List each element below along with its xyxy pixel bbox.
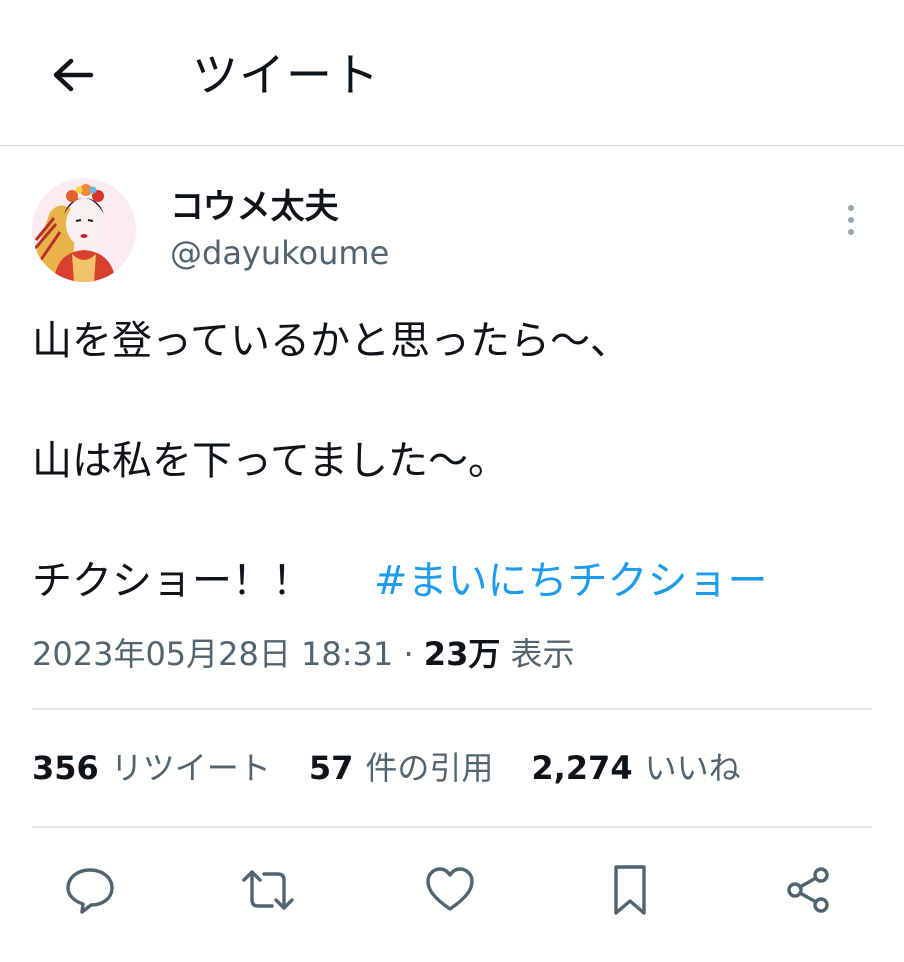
bookmark-button[interactable] — [600, 858, 660, 922]
author-name[interactable]: コウメ太夫 — [170, 186, 339, 228]
reply-icon — [66, 868, 114, 914]
more-options-button[interactable] — [836, 200, 866, 240]
likes-label: いいね — [644, 749, 741, 787]
retweets-label: リツイート — [110, 749, 271, 787]
engagement-stats: 356 リツイート 57 件の引用 2,274 いいね — [32, 746, 779, 790]
reply-button[interactable] — [60, 858, 120, 922]
retweets-stat[interactable]: 356 リツイート — [32, 746, 271, 790]
page-title: ツイート — [192, 48, 380, 102]
retweets-count: 356 — [32, 749, 99, 787]
tweet-meta: 2023年05月28日 18:31 · 23万 表示 — [32, 632, 575, 676]
action-bar — [0, 858, 904, 928]
quotes-count: 57 — [308, 749, 354, 787]
heart-icon — [426, 867, 474, 911]
views-label: 表示 — [510, 635, 575, 673]
author-handle[interactable]: @dayukoume — [170, 232, 389, 274]
back-button[interactable] — [48, 52, 98, 98]
timestamp[interactable]: 2023年05月28日 18:31 — [32, 635, 393, 673]
tweet-text-chikusho: チクショー！！ — [32, 558, 312, 604]
avatar[interactable] — [32, 178, 136, 282]
views-count: 23万 — [423, 635, 501, 673]
more-vertical-icon — [848, 205, 854, 211]
retweet-button[interactable] — [238, 858, 298, 922]
hashtag-link[interactable]: #まいにちチクショー — [374, 558, 768, 604]
likes-count: 2,274 — [531, 749, 633, 787]
share-button[interactable] — [778, 858, 838, 922]
tweet-text-line-1: 山を登っているかと思ったら〜、 — [32, 318, 630, 364]
bookmark-icon — [614, 865, 646, 915]
arrow-left-icon — [53, 58, 94, 92]
divider — [32, 708, 872, 710]
tweet-text-line-3: チクショー！！ #まいにちチクショー — [32, 556, 768, 606]
share-icon — [787, 867, 829, 913]
tweet-text-line-2: 山は私を下ってました〜。 — [32, 438, 508, 484]
quotes-stat[interactable]: 57 件の引用 — [309, 746, 494, 790]
avatar-image — [32, 178, 136, 282]
meta-separator: · — [403, 635, 414, 673]
likes-stat[interactable]: 2,274 いいね — [531, 746, 740, 790]
divider — [32, 826, 872, 828]
retweet-icon — [242, 870, 294, 910]
top-bar: ツイート — [0, 0, 904, 146]
quotes-label: 件の引用 — [365, 749, 494, 787]
like-button[interactable] — [420, 858, 480, 922]
